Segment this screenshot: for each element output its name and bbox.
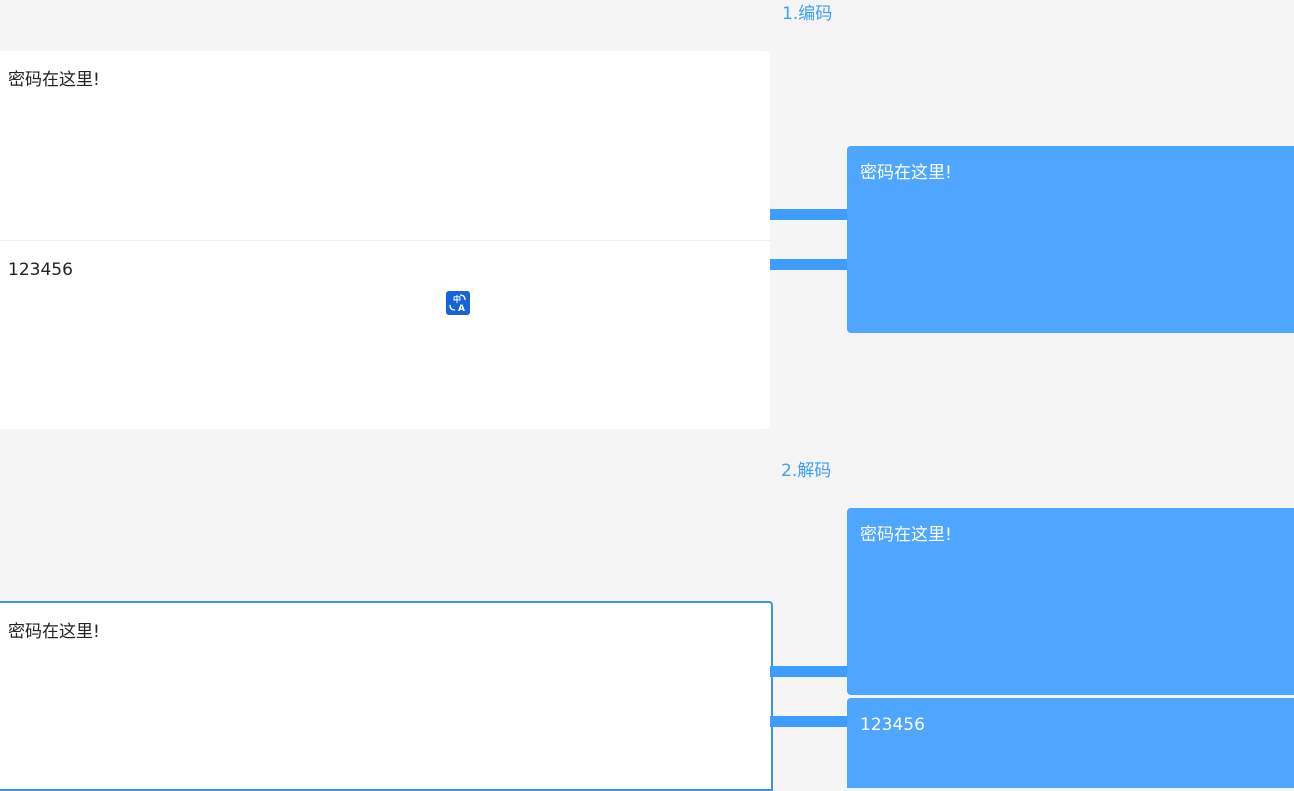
- encode-output[interactable]: 密码在这里!: [847, 146, 1294, 333]
- decode-input[interactable]: 密码在这里!: [0, 601, 773, 791]
- encode-connector-bottom: [770, 259, 848, 270]
- encode-step-label: 1.编码: [782, 4, 833, 24]
- encode-message-input[interactable]: 密码在这里!: [0, 51, 770, 240]
- svg-text:中: 中: [453, 294, 461, 304]
- decode-connector-bottom: [770, 716, 848, 727]
- encode-connector-top: [770, 209, 848, 220]
- decode-connector-top: [770, 666, 848, 677]
- decode-output-key[interactable]: 123456: [847, 698, 1294, 788]
- translate-icon[interactable]: 中 A: [446, 291, 470, 315]
- translate-glyph-icon: 中 A: [446, 291, 470, 315]
- decode-output-message[interactable]: 密码在这里!: [847, 508, 1294, 695]
- encode-key-input[interactable]: 123456: [0, 241, 770, 429]
- decode-step-label: 2.解码: [781, 461, 832, 481]
- svg-text:A: A: [458, 304, 465, 314]
